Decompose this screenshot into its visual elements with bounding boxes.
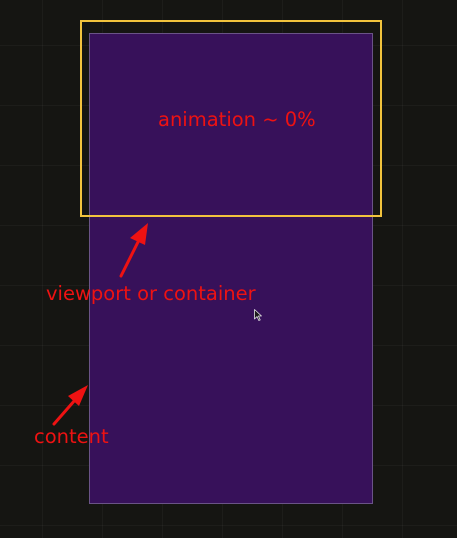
mouse-pointer-icon [254, 309, 262, 321]
annotation-arrows [52, 223, 148, 426]
viewport-arrow [119, 223, 148, 278]
diagram-canvas: animation ~ 0% viewport or container con… [0, 0, 457, 538]
content-arrow [52, 385, 88, 426]
